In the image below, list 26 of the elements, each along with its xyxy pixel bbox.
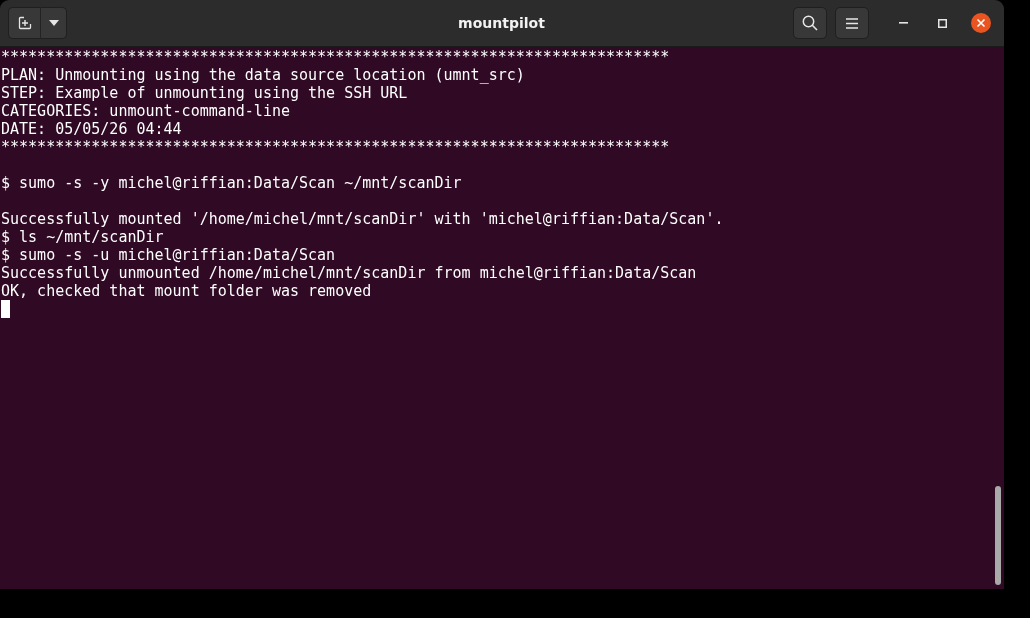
terminal-line: STEP: Example of unmounting using the SSH URL [1, 84, 408, 102]
window-title: mountpilot [458, 15, 545, 31]
terminal-line: OK, checked that mount folder was removed [1, 282, 372, 300]
terminal-line: $ sumo -s -u michel@riffian:Data/Scan [1, 246, 336, 264]
terminal-line: CATEGORIES: unmount-command-line [1, 102, 290, 120]
new-tab-button[interactable] [8, 7, 41, 39]
terminal-line: $ ls ~/mnt/scanDir [1, 228, 164, 246]
text-cursor [1, 300, 10, 318]
search-button[interactable] [793, 7, 827, 39]
terminal-line: PLAN: Unmounting using the data source location (umnt_src) [1, 66, 525, 84]
terminal-line: $ sumo -s -y michel@riffian:Data/Scan ~/mnt/scanDir [1, 174, 462, 192]
menu-icon [846, 17, 858, 29]
dropdown-button[interactable] [41, 7, 67, 39]
maximize-icon [937, 18, 947, 28]
terminal-line: ************************************************************************** [1, 138, 670, 156]
terminal-line: DATE: 05/05/26 04:44 [1, 120, 182, 138]
minimize-icon [898, 22, 908, 24]
close-icon [971, 13, 991, 33]
terminal-line: Successfully mounted '/home/michel/mnt/scanDir' with 'michel@riffian:Data/Scan'. [1, 210, 724, 228]
terminal-line: ************************************************************************** [1, 48, 670, 66]
scrollbar-thumb[interactable] [995, 486, 1001, 585]
caret-icon [48, 20, 59, 26]
menu-button[interactable] [835, 7, 869, 39]
terminal-line: Successfully unmounted /home/michel/mnt/scanDir from michel@riffian:Data/Scan [1, 264, 697, 282]
search-icon [802, 15, 818, 31]
add-box-icon [17, 16, 32, 30]
